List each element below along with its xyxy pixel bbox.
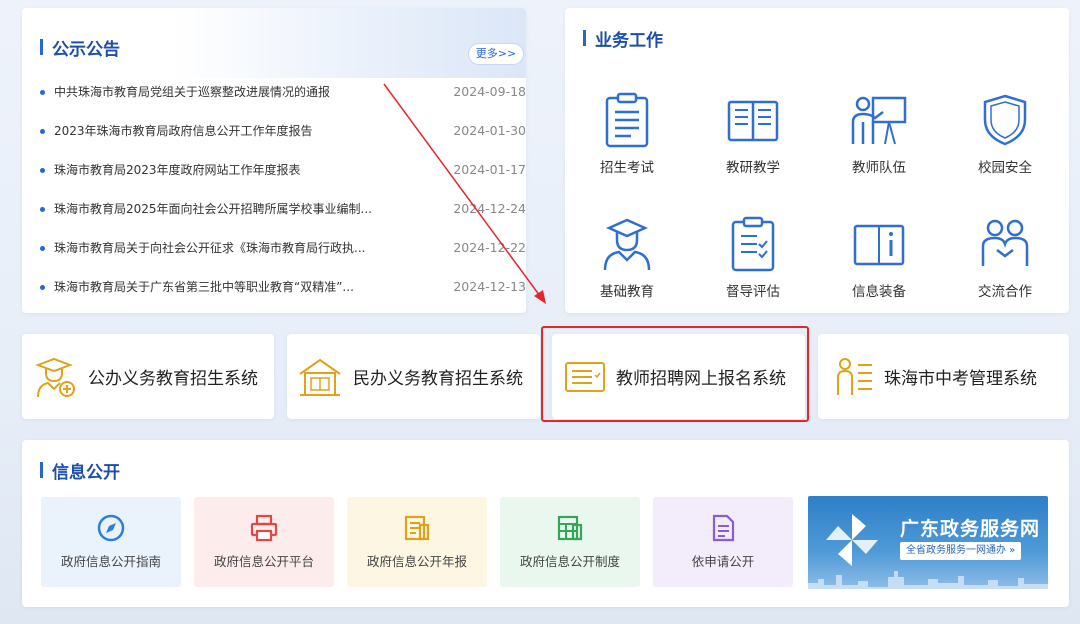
list-item[interactable]: 珠海市教育局2023年度政府网站工作年度报表 2024-01-17	[40, 160, 526, 199]
table-icon	[557, 515, 583, 541]
list-item[interactable]: 中共珠海市教育局党组关于巡察整改进展情况的通报 2024-09-18	[40, 82, 526, 121]
list-item[interactable]: 珠海市教育局关于向社会公开征求《珠海市教育局行政执... 2024-12-22	[40, 238, 526, 277]
more-button[interactable]: 更多>>	[468, 43, 524, 65]
business-item-equipment[interactable]: 信息装备	[819, 216, 939, 300]
checklist-icon	[731, 216, 775, 272]
school-house-icon	[299, 358, 341, 396]
notice-item-title[interactable]: 珠海市教育局关于广东省第三批中等职业教育“双精准”...	[54, 277, 404, 297]
banner-subtitle: 全省政务服务一网通办 »	[900, 542, 1022, 560]
info-card-application[interactable]: 依申请公开	[653, 497, 793, 587]
report-icon	[404, 515, 430, 541]
people-icon	[981, 219, 1029, 266]
business-item-teachers[interactable]: 教师队伍	[819, 92, 939, 176]
info-card-label: 政府信息公开制度	[519, 554, 620, 569]
info-card-platform[interactable]: 政府信息公开平台	[194, 497, 334, 587]
info-card-label: 政府信息公开指南	[60, 554, 161, 569]
notice-item-date: 2024-12-13	[453, 279, 526, 294]
business-item-label: 督导评估	[726, 284, 780, 300]
graduate-icon	[35, 357, 75, 397]
open-book-icon	[727, 100, 779, 142]
business-item-teaching[interactable]: 教研教学	[693, 92, 813, 176]
notice-item-date: 2024-09-18	[453, 84, 526, 99]
notice-title: 公示公告	[40, 35, 120, 60]
business-item-label: 教师队伍	[852, 160, 906, 176]
city-skyline-graphic	[808, 571, 1048, 589]
list-form-icon	[565, 361, 605, 392]
business-item-label: 校园安全	[978, 160, 1032, 176]
printer-icon	[250, 514, 278, 542]
business-item-enrollment[interactable]: 招生考试	[567, 92, 687, 176]
exam-person-icon	[837, 357, 872, 395]
business-item-label: 交流合作	[978, 284, 1032, 300]
system-teacher-recruitment-button[interactable]: 教师招聘网上报名系统	[552, 334, 805, 419]
info-card-annual-report[interactable]: 政府信息公开年报	[347, 497, 487, 587]
business-title: 业务工作	[583, 26, 663, 51]
compass-icon	[97, 514, 125, 542]
system-public-enrollment-button[interactable]: 公办义务教育招生系统	[22, 334, 274, 419]
business-item-label: 招生考试	[600, 160, 654, 176]
notice-item-title[interactable]: 中共珠海市教育局党组关于巡察整改进展情况的通报	[54, 82, 404, 102]
info-card-system[interactable]: 政府信息公开制度	[500, 497, 640, 587]
notice-item-title[interactable]: 2023年珠海市教育局政府信息公开工作年度报告	[54, 121, 404, 141]
info-title: 信息公开	[40, 458, 120, 483]
info-card-label: 政府信息公开年报	[366, 554, 467, 569]
teacher-icon	[851, 96, 907, 145]
notice-item-title[interactable]: 珠海市教育局2025年面向社会公开招聘所属学校事业编制...	[54, 199, 404, 219]
business-item-safety[interactable]: 校园安全	[945, 92, 1065, 176]
list-item[interactable]: 2023年珠海市教育局政府信息公开工作年度报告 2024-01-30	[40, 121, 526, 160]
info-card-label: 依申请公开	[691, 554, 755, 569]
business-item-label: 信息装备	[852, 284, 906, 300]
list-item[interactable]: 珠海市教育局2025年面向社会公开招聘所属学校事业编制... 2024-12-24	[40, 199, 526, 238]
list-item[interactable]: 珠海市教育局关于广东省第三批中等职业教育“双精准”... 2024-12-13	[40, 277, 526, 313]
notice-item-date: 2024-01-17	[453, 162, 526, 177]
business-item-label: 基础教育	[600, 284, 654, 300]
pinwheel-logo-icon	[826, 514, 878, 566]
system-label: 民办义务教育招生系统	[353, 369, 523, 389]
clipboard-icon	[605, 92, 649, 148]
notice-panel: 公示公告 更多>> 中共珠海市教育局党组关于巡察整改进展情况的通报 2024-09…	[22, 8, 526, 313]
notice-item-title[interactable]: 珠海市教育局关于向社会公开征求《珠海市教育局行政执...	[54, 238, 404, 258]
notice-item-date: 2024-12-24	[453, 201, 526, 216]
notice-item-date: 2024-01-30	[453, 123, 526, 138]
system-zhongkao-button[interactable]: 珠海市中考管理系统	[818, 334, 1069, 419]
system-label: 珠海市中考管理系统	[884, 369, 1037, 389]
info-card-label: 政府信息公开平台	[213, 554, 314, 569]
business-item-basic-education[interactable]: 基础教育	[567, 216, 687, 300]
notice-item-date: 2024-12-22	[453, 240, 526, 255]
notice-list: 中共珠海市教育局党组关于巡察整改进展情况的通报 2024-09-18 2023年珠…	[40, 82, 526, 313]
business-panel: 业务工作 招生考试 教研教学 教师队伍 校园安全 基础教育 督导评估 信息装备 …	[565, 8, 1069, 313]
system-private-enrollment-button[interactable]: 民办义务教育招生系统	[287, 334, 540, 419]
system-label: 公办义务教育招生系统	[88, 369, 258, 389]
info-panel: 信息公开 政府信息公开指南 政府信息公开平台 政府信息公开年报 政府信息公开制度…	[22, 440, 1069, 607]
student-icon	[603, 218, 651, 271]
shield-icon	[983, 94, 1027, 146]
guangdong-gov-service-banner[interactable]: 广东政务服务网 全省政务服务一网通办 »	[808, 496, 1048, 589]
business-item-supervision[interactable]: 督导评估	[693, 216, 813, 300]
document-icon	[712, 514, 735, 542]
system-label: 教师招聘网上报名系统	[616, 369, 786, 389]
business-item-label: 教研教学	[726, 160, 780, 176]
notice-item-title[interactable]: 珠海市教育局2023年度政府网站工作年度报表	[54, 160, 404, 180]
info-card-guide[interactable]: 政府信息公开指南	[41, 497, 181, 587]
info-book-icon	[853, 224, 905, 266]
business-item-cooperation[interactable]: 交流合作	[945, 216, 1065, 300]
banner-title: 广东政务服务网	[900, 518, 1041, 540]
